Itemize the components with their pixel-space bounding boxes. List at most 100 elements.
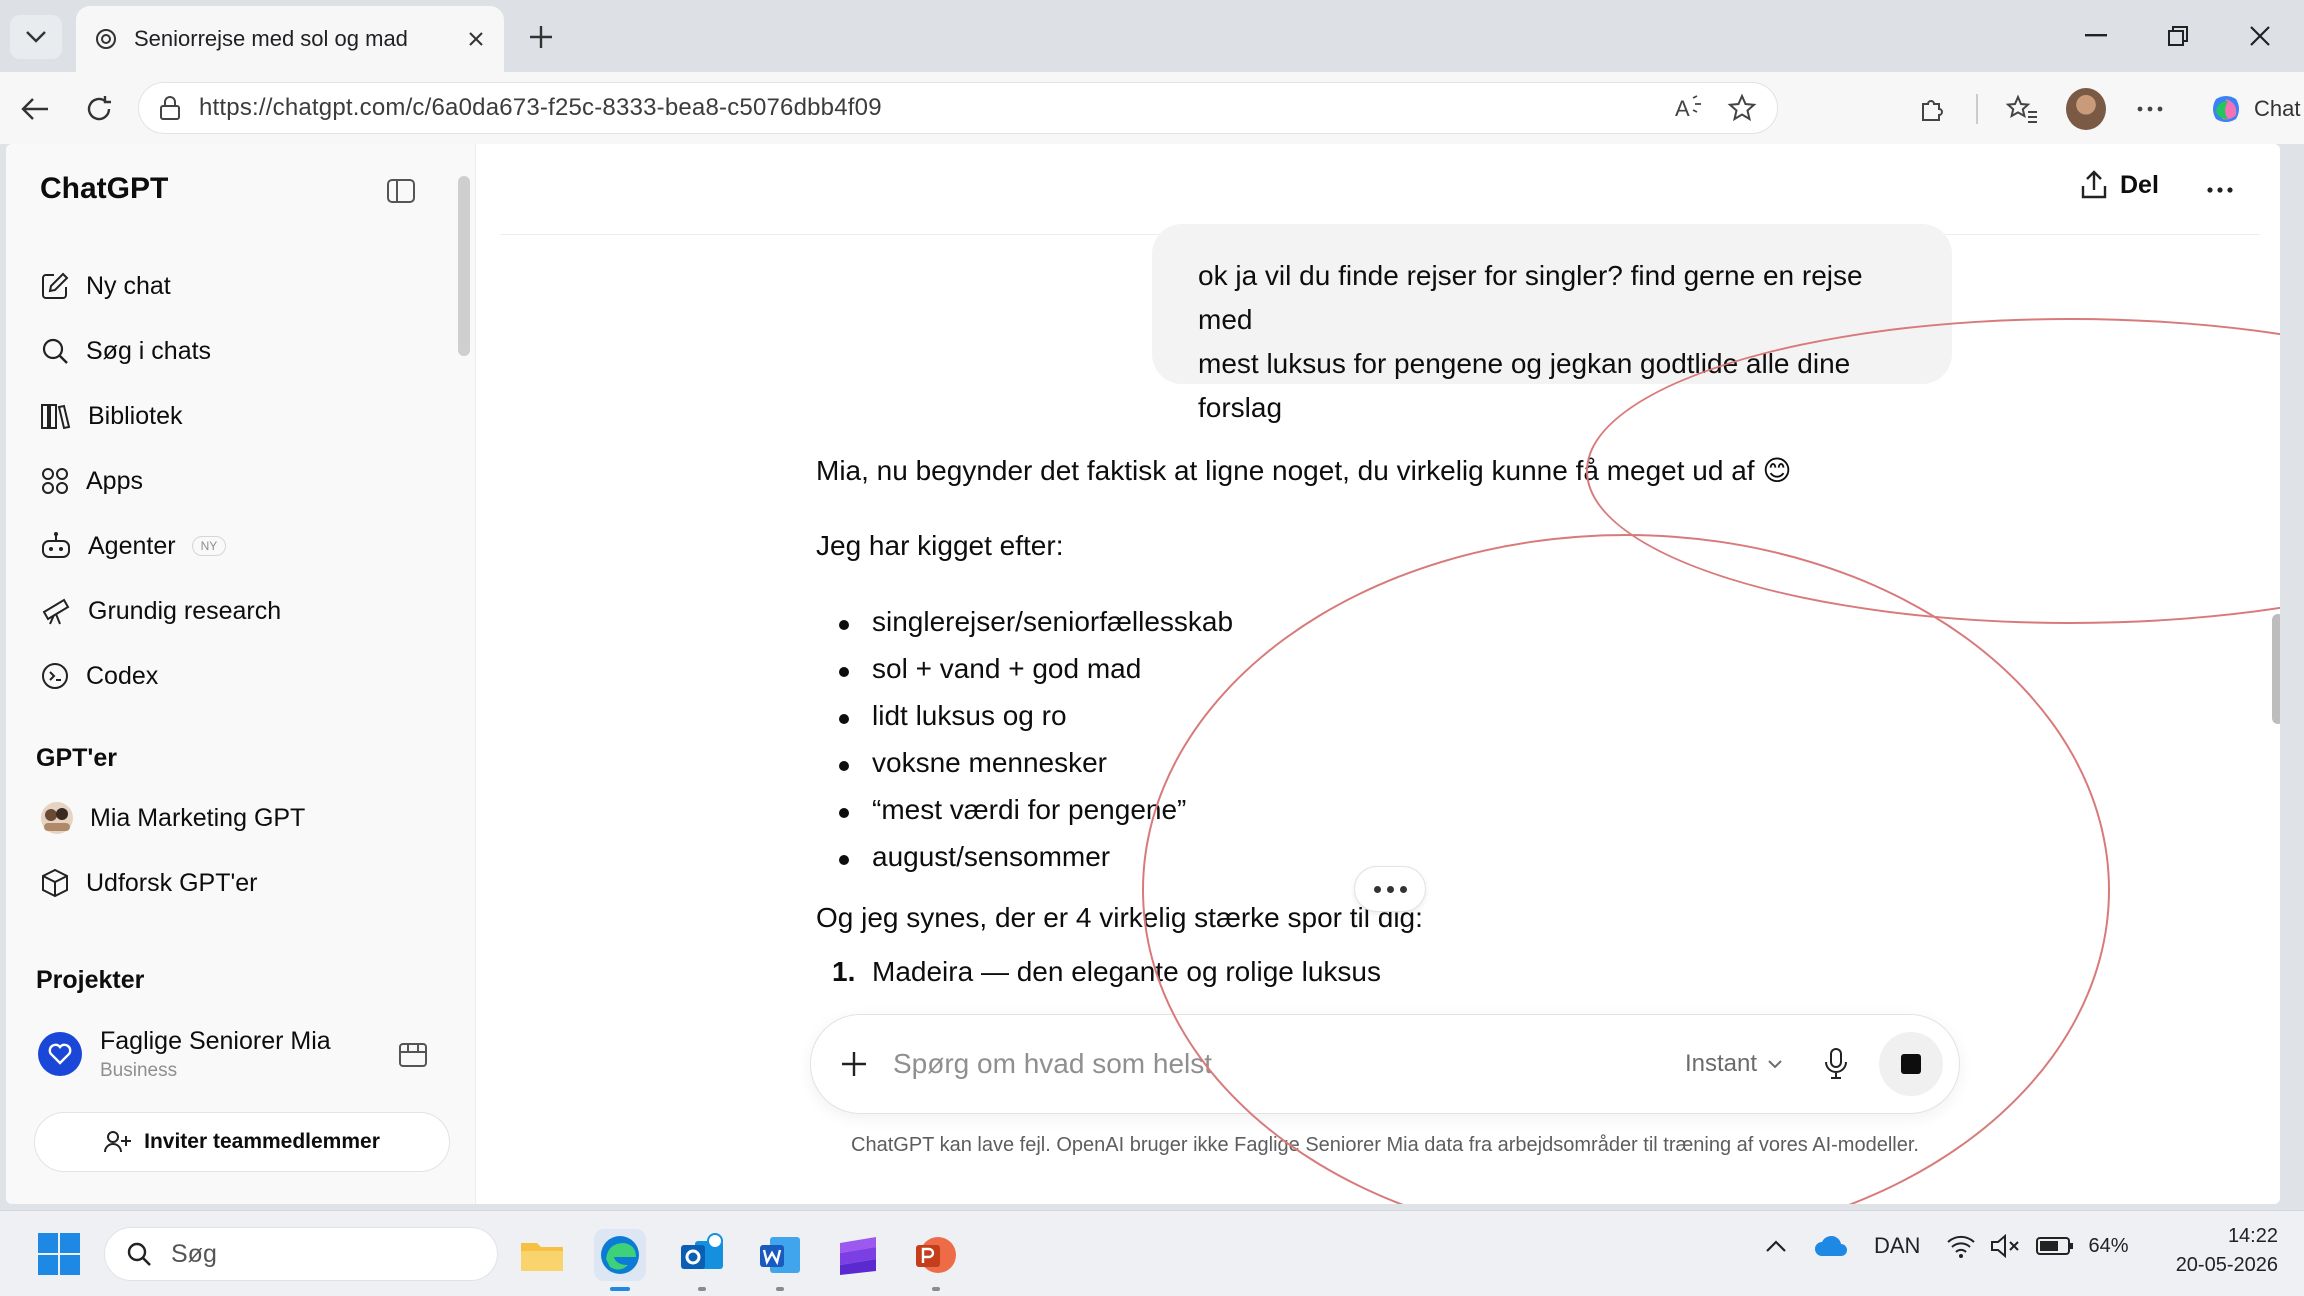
onenote-app[interactable]: [832, 1229, 884, 1281]
sidebar-item-label: Bibliotek: [88, 401, 183, 430]
chevron-up-icon[interactable]: [1764, 1238, 1788, 1254]
minimize-icon: [2085, 34, 2107, 37]
sidebar-item-codex[interactable]: Codex: [30, 650, 450, 702]
user-message-line: ok ja vil du finde rejser for singler? f…: [1198, 260, 1863, 335]
project-name: Faglige Seniorer Mia: [100, 1026, 331, 1055]
apps-grid-icon: [42, 468, 68, 494]
chat-main: Del ok ja vil du finde rejser for single…: [476, 144, 2280, 1204]
volume-muted-icon: [1991, 1233, 2020, 1259]
favorite-star-icon[interactable]: [1727, 93, 1757, 123]
app-indicator: [932, 1287, 940, 1291]
sidebar-toggle-button[interactable]: [386, 176, 420, 210]
brand-title[interactable]: ChatGPT: [40, 172, 168, 206]
sidebar-item-agenter[interactable]: Agenter NY: [30, 520, 450, 572]
browser-menu-button[interactable]: [2130, 89, 2170, 129]
annotation-circle: [1142, 534, 2110, 1204]
folder-icon: [521, 1243, 563, 1271]
sidebar-scrollbar[interactable]: [458, 176, 470, 356]
puzzle-icon: [1922, 100, 1943, 121]
share-label: Del: [2120, 170, 2159, 199]
close-icon[interactable]: [466, 29, 486, 49]
pencil-square-icon: [42, 272, 69, 299]
outlook-app[interactable]: [676, 1229, 728, 1291]
sidebar-panel-icon: [387, 179, 415, 203]
copilot-icon: [2213, 96, 2239, 122]
language-indicator[interactable]: DAN: [1874, 1233, 1920, 1259]
onedrive-cloud-icon[interactable]: [1814, 1234, 1848, 1258]
invite-label: Inviter teammedlemmer: [144, 1130, 380, 1153]
conversation-options-button[interactable]: [2196, 170, 2244, 210]
reload-button[interactable]: [76, 86, 122, 132]
file-explorer-app[interactable]: [516, 1229, 568, 1281]
outlook-icon: [681, 1233, 723, 1269]
add-users-icon: [104, 1131, 132, 1153]
lock-icon: [160, 96, 180, 120]
projects-heading: Projekter: [36, 966, 145, 994]
workspace-switch-icon[interactable]: [398, 1040, 428, 1068]
read-aloud-icon[interactable]: A: [1675, 94, 1705, 122]
restore-button[interactable]: [2148, 14, 2208, 58]
sidebar-item-label: Grundig research: [88, 596, 282, 625]
sidebar-item-bibliotek[interactable]: Bibliotek: [30, 390, 450, 442]
list-item: lidt luksus og ro: [839, 700, 1067, 731]
restore-icon: [2168, 26, 2188, 46]
chat-scrollbar[interactable]: [2272, 614, 2280, 724]
invite-team-members-button[interactable]: Inviter teammedlemmer: [34, 1112, 450, 1172]
sidebar-item-label: Udforsk GPT'er: [86, 868, 258, 897]
close-window-button[interactable]: [2230, 14, 2290, 58]
clock-date: 20-05-2026: [2175, 1254, 2278, 1276]
plus-icon[interactable]: [839, 1049, 869, 1079]
toolbar-divider: [1976, 94, 1978, 124]
chatgpt-favicon-icon: [96, 29, 116, 49]
powerpoint-app[interactable]: [910, 1229, 962, 1291]
search-icon: [42, 338, 68, 364]
share-button[interactable]: Del: [2080, 170, 2159, 200]
project-item[interactable]: Faglige Seniorer Mia Business: [30, 1012, 450, 1096]
browser-toolbar: https://chatgpt.com/c/6a0da673-f25c-8333…: [0, 72, 2304, 144]
numbered-item-number: 1.: [832, 956, 856, 987]
sidebar-item-label: Apps: [86, 466, 143, 495]
more-horizontal-icon: [2137, 106, 2163, 112]
sidebar-item-mia-marketing-gpt[interactable]: Mia Marketing GPT: [30, 792, 450, 844]
svg-text:A: A: [1675, 96, 1690, 121]
app-indicator: [776, 1287, 784, 1291]
url-text[interactable]: https://chatgpt.com/c/6a0da673-f25c-8333…: [199, 94, 882, 122]
address-bar[interactable]: https://chatgpt.com/c/6a0da673-f25c-8333…: [138, 82, 1778, 134]
favorites-list-icon: [2006, 94, 2037, 123]
taskbar-search-label: Søg: [171, 1239, 217, 1268]
extensions-button[interactable]: [1912, 89, 1952, 129]
sidebar-item-ny-chat[interactable]: Ny chat: [30, 260, 450, 312]
clock-time: 14:22: [2227, 1225, 2278, 1247]
quick-settings[interactable]: 64%: [1946, 1233, 2128, 1259]
more-horizontal-icon: [2207, 187, 2233, 193]
sidebar-item-sog-i-chats[interactable]: Søg i chats: [30, 325, 450, 377]
edge-app[interactable]: [594, 1229, 646, 1291]
minimize-button[interactable]: [2066, 14, 2126, 58]
start-button[interactable]: [36, 1231, 82, 1277]
back-button[interactable]: [12, 86, 58, 132]
sidebar-item-udforsk-gpter[interactable]: Udforsk GPT'er: [30, 857, 450, 909]
new-tab-button[interactable]: [520, 16, 562, 58]
word-icon: [760, 1237, 800, 1273]
sidebar-item-label: Codex: [86, 661, 159, 690]
copilot-chat-button[interactable]: Chat: [2194, 86, 2304, 132]
sidebar-item-apps[interactable]: Apps: [30, 455, 450, 507]
heart-icon: [48, 1043, 72, 1065]
copilot-label: Chat: [2254, 96, 2301, 121]
plus-icon: [530, 26, 552, 48]
search-icon: [127, 1242, 151, 1266]
sidebar: ChatGPT Ny chat Søg i chats Bibliotek Ap…: [6, 144, 476, 1204]
list-item: august/sensommer: [838, 841, 1111, 872]
codex-icon: [42, 663, 68, 689]
sidebar-item-grundig-research[interactable]: Grundig research: [30, 585, 450, 637]
sidebar-item-label: Agenter: [88, 531, 176, 560]
profile-button[interactable]: [2066, 88, 2106, 130]
taskbar: Søg DAN 64% 14:22 20-05-2026: [0, 1210, 2304, 1296]
browser-tab[interactable]: Seniorrejse med sol og mad: [76, 6, 504, 72]
word-app[interactable]: [754, 1229, 806, 1291]
tab-list-button[interactable]: [10, 15, 62, 59]
browser-tab-strip: Seniorrejse med sol og mad: [0, 0, 2304, 72]
taskbar-search[interactable]: Søg: [104, 1227, 498, 1281]
clock[interactable]: 14:22 20-05-2026: [2148, 1225, 2278, 1277]
favorites-button[interactable]: [2002, 89, 2042, 129]
